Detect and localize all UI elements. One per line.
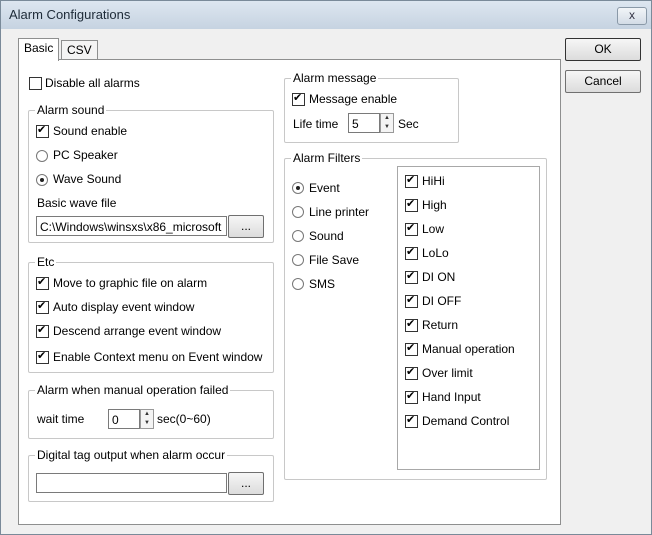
life-time-input[interactable]: 5 — [348, 113, 380, 133]
filter-sms-label: SMS — [309, 277, 336, 291]
digital-tag-output-group: Digital tag output when alarm occur ... — [28, 448, 274, 502]
basic-wave-file-label: Basic wave file — [37, 196, 117, 210]
tab-csv-label: CSV — [67, 43, 92, 57]
tab-page-basic: Disable all alarms Alarm sound Sound ena… — [18, 59, 561, 525]
etc-group: Etc Move to graphic file on alarm Auto d… — [28, 255, 274, 373]
level-lolo-label: LoLo — [422, 246, 449, 260]
spin-down-icon[interactable]: ▼ — [381, 123, 393, 132]
alarm-configurations-dialog: Alarm Configurations x Basic CSV OK Canc… — [0, 0, 652, 535]
level-return-checkbox[interactable] — [405, 317, 418, 332]
filter-event-label: Event — [309, 181, 340, 195]
title-bar: Alarm Configurations x — [1, 1, 651, 29]
wave-file-browse-button[interactable]: ... — [228, 215, 264, 238]
filter-sms-radio[interactable] — [292, 278, 304, 290]
wait-time-input[interactable]: 0 — [108, 409, 140, 429]
level-high-label: High — [422, 198, 447, 212]
disable-all-alarms-checkbox[interactable] — [29, 77, 42, 90]
level-demand-control-checkbox[interactable] — [405, 413, 418, 428]
message-enable-label: Message enable — [309, 92, 398, 106]
move-to-graphic-checkbox[interactable] — [36, 275, 49, 290]
level-low-checkbox[interactable] — [405, 221, 418, 236]
level-di-off-checkbox[interactable] — [405, 293, 418, 308]
level-manual-operation-checkbox[interactable] — [405, 341, 418, 356]
level-hand-input-checkbox[interactable] — [405, 389, 418, 404]
message-enable-checkbox[interactable] — [292, 91, 305, 106]
alarm-sound-group: Alarm sound Sound enable PC Speaker Wave… — [28, 103, 274, 243]
level-return-label: Return — [422, 318, 459, 332]
level-di-off-label: DI OFF — [422, 294, 462, 308]
disable-all-alarms-label: Disable all alarms — [45, 76, 140, 90]
wait-time-spinner[interactable]: ▲ ▼ — [140, 409, 154, 429]
pc-speaker-label: PC Speaker — [53, 148, 118, 162]
digital-tag-input[interactable] — [36, 473, 227, 493]
filter-sound-label: Sound — [309, 229, 344, 243]
level-low-label: Low — [422, 222, 445, 236]
alarm-level-list: HiHi High Low LoLo DI ON DI OFF Return M… — [397, 166, 540, 470]
descend-arrange-checkbox[interactable] — [36, 323, 49, 338]
ok-button[interactable]: OK — [565, 38, 641, 61]
ok-button-label: OK — [594, 42, 612, 56]
move-to-graphic-label: Move to graphic file on alarm — [53, 276, 208, 290]
manual-operation-failed-group: Alarm when manual operation failed wait … — [28, 383, 274, 439]
digital-tag-output-group-label: Digital tag output when alarm occur — [35, 448, 228, 462]
close-button[interactable]: x — [617, 7, 647, 25]
etc-group-label: Etc — [35, 255, 57, 269]
level-high-checkbox[interactable] — [405, 197, 418, 212]
level-lolo-checkbox[interactable] — [405, 245, 418, 260]
pc-speaker-radio[interactable] — [36, 150, 48, 162]
digital-tag-browse-button[interactable]: ... — [228, 472, 264, 495]
life-time-unit: Sec — [398, 117, 419, 131]
browse-label: ... — [240, 476, 251, 490]
wait-time-label: wait time — [37, 412, 85, 426]
cancel-button-label: Cancel — [584, 74, 622, 88]
filter-sound-radio[interactable] — [292, 230, 304, 242]
wait-time-unit: sec(0~60) — [157, 412, 211, 426]
filter-file-save-radio[interactable] — [292, 254, 304, 266]
spin-up-icon[interactable]: ▲ — [141, 410, 153, 419]
browse-label: ... — [240, 219, 251, 233]
level-over-limit-checkbox[interactable] — [405, 365, 418, 380]
filter-event-radio[interactable] — [292, 182, 304, 194]
level-demand-control-label: Demand Control — [422, 414, 510, 428]
life-time-label: Life time — [293, 117, 339, 131]
alarm-filters-group-label: Alarm Filters — [291, 151, 363, 165]
life-time-spinner[interactable]: ▲ ▼ — [380, 113, 394, 133]
spin-down-icon[interactable]: ▼ — [141, 419, 153, 428]
filter-file-save-label: File Save — [309, 253, 360, 267]
context-menu-label: Enable Context menu on Event window — [53, 350, 263, 364]
tab-basic[interactable]: Basic — [18, 38, 60, 61]
context-menu-checkbox[interactable] — [36, 349, 49, 364]
descend-arrange-label: Descend arrange event window — [53, 324, 222, 338]
wave-sound-radio[interactable] — [36, 174, 48, 186]
sound-enable-label: Sound enable — [53, 124, 128, 138]
tab-basic-label: Basic — [24, 41, 54, 55]
level-hand-input-label: Hand Input — [422, 390, 481, 404]
level-manual-operation-label: Manual operation — [422, 342, 515, 356]
auto-display-event-checkbox[interactable] — [36, 299, 49, 314]
level-hihi-label: HiHi — [422, 174, 445, 188]
level-over-limit-label: Over limit — [422, 366, 473, 380]
sound-enable-checkbox[interactable] — [36, 123, 49, 138]
filter-line-printer-radio[interactable] — [292, 206, 304, 218]
spin-up-icon[interactable]: ▲ — [381, 114, 393, 123]
tab-csv[interactable]: CSV — [61, 40, 98, 60]
close-icon: x — [629, 8, 635, 22]
cancel-button[interactable]: Cancel — [565, 70, 641, 93]
wave-sound-label: Wave Sound — [53, 172, 122, 186]
auto-display-event-label: Auto display event window — [53, 300, 195, 314]
alarm-filters-group: Alarm Filters Event Line printer Sound F… — [284, 151, 547, 480]
alarm-sound-group-label: Alarm sound — [35, 103, 107, 117]
level-di-on-label: DI ON — [422, 270, 456, 284]
wave-file-input[interactable]: C:\Windows\winsxs\x86_microsoft — [36, 216, 227, 236]
manual-operation-failed-group-label: Alarm when manual operation failed — [35, 383, 231, 397]
alarm-message-group-label: Alarm message — [291, 71, 379, 85]
dialog-title: Alarm Configurations — [9, 7, 131, 22]
level-di-on-checkbox[interactable] — [405, 269, 418, 284]
alarm-message-group: Alarm message Message enable Life time 5… — [284, 71, 459, 143]
level-hihi-checkbox[interactable] — [405, 173, 418, 188]
filter-line-printer-label: Line printer — [309, 205, 370, 219]
